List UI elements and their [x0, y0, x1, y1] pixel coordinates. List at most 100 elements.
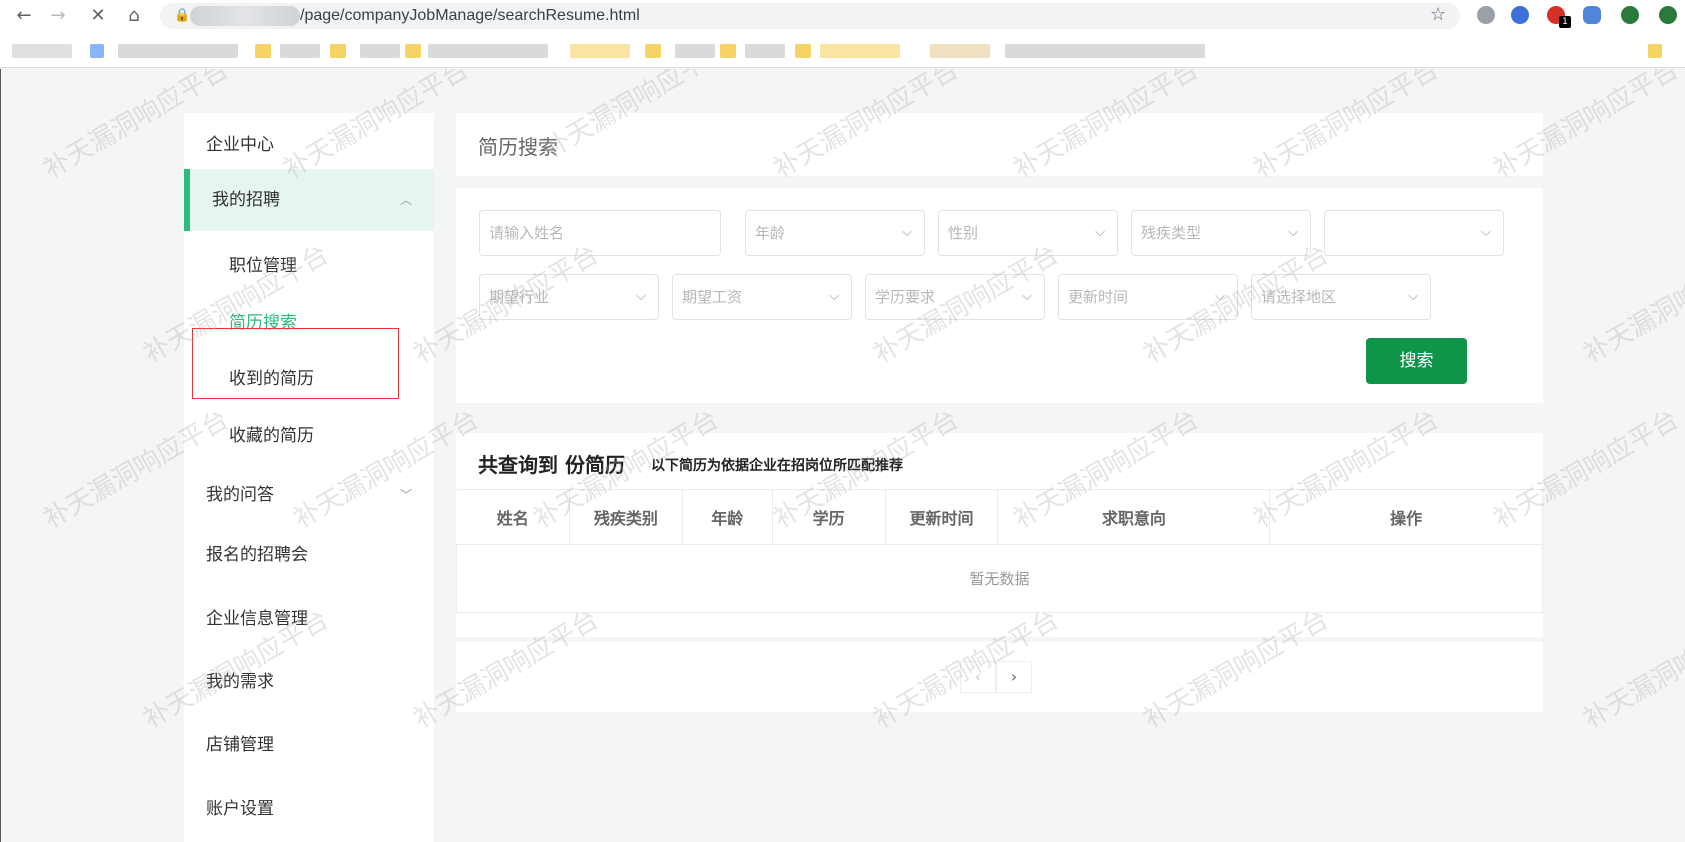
folder-icon[interactable] [645, 44, 661, 58]
bookmark-item[interactable] [930, 44, 990, 58]
sidebar: 企业中心 我的招聘 ︿ 职位管理 简历搜索 收到的简历 收藏的简历 我的问答 ﹀… [184, 113, 434, 842]
folder-icon[interactable] [330, 44, 346, 58]
sidebar-item-my-needs[interactable]: 我的需求 [184, 660, 434, 704]
bookmark-icon[interactable] [90, 44, 104, 58]
sidebar-sub-received-resumes[interactable]: 收到的简历 [184, 359, 434, 399]
bookmark-item[interactable] [428, 44, 548, 58]
result-subtitle: 以下简历为依据企业在招岗位所匹配推荐 [651, 458, 903, 474]
address-bar[interactable]: 🔒 /page/companyJobManage/searchResume.ht… [160, 3, 1460, 29]
chevron-down-icon: ⌵ [1215, 289, 1225, 304]
bookmark-item[interactable] [820, 44, 900, 58]
sidebar-item-my-recruitment[interactable]: 我的招聘 ︿ [184, 169, 434, 231]
bookmark-item[interactable] [1005, 44, 1205, 58]
prev-page-button[interactable]: ‹ [960, 661, 996, 693]
sidebar-sub-label: 职位管理 [229, 256, 297, 276]
name-input[interactable] [489, 224, 689, 242]
education-select[interactable]: 学历要求 ⌵ [865, 274, 1045, 320]
bookmark-item[interactable] [745, 44, 785, 58]
age-select[interactable]: 年龄 ⌵ [745, 210, 925, 256]
update-time-select-label: 更新时间 [1068, 288, 1129, 306]
extension-leaf-icon[interactable] [1621, 6, 1639, 24]
chevron-down-icon: ⌵ [1408, 289, 1418, 304]
bookmark-item[interactable] [118, 44, 238, 58]
column-header-update-time: 更新时间 [885, 489, 999, 545]
column-header-age: 年龄 [682, 489, 773, 545]
sidebar-item-label: 企业中心 [206, 135, 274, 155]
salary-select[interactable]: 期望工资 ⌵ [672, 274, 852, 320]
chevron-down-icon: ⌵ [1022, 289, 1032, 304]
bookmark-star-icon[interactable]: ☆ [1430, 4, 1446, 25]
page-content: 企业中心 我的招聘 ︿ 职位管理 简历搜索 收到的简历 收藏的简历 我的问答 ﹀… [0, 69, 1685, 842]
salary-select-label: 期望工资 [682, 288, 743, 306]
disability-type-select[interactable]: 残疾类型 ⌵ [1131, 210, 1311, 256]
bookmark-item[interactable] [570, 44, 630, 58]
industry-select-label: 期望行业 [489, 288, 550, 306]
chevron-down-icon: ⌵ [1095, 225, 1105, 240]
folder-icon[interactable] [720, 44, 736, 58]
bookmark-item[interactable] [280, 44, 320, 58]
next-page-button[interactable]: › [996, 661, 1032, 693]
chevron-down-icon: ⌵ [829, 289, 839, 304]
sidebar-item-registered-fairs[interactable]: 报名的招聘会 [184, 533, 434, 577]
column-header-intention: 求职意向 [997, 489, 1271, 545]
folder-icon[interactable] [405, 44, 421, 58]
forward-arrow-icon[interactable]: → [46, 4, 70, 28]
column-header-name: 姓名 [456, 489, 570, 545]
extension-icon[interactable] [1477, 6, 1495, 24]
stop-loading-icon[interactable]: ✕ [86, 4, 110, 28]
sidebar-sub-label: 收到的简历 [229, 369, 314, 389]
bookmark-item[interactable] [12, 44, 72, 58]
sidebar-item-label: 报名的招聘会 [206, 545, 308, 565]
sidebar-item-store-manage[interactable]: 店铺管理 [184, 723, 434, 767]
gender-select[interactable]: 性别 ⌵ [938, 210, 1118, 256]
sidebar-item-label: 我的需求 [206, 672, 274, 692]
search-button[interactable]: 搜索 [1366, 338, 1467, 384]
sidebar-item-company-info[interactable]: 企业信息管理 [184, 597, 434, 641]
disability-type-label: 残疾类型 [1141, 224, 1202, 242]
extra-select[interactable]: ⌵ [1324, 210, 1504, 256]
other-bookmarks-icon[interactable] [1648, 44, 1662, 58]
region-select-label: 请选择地区 [1261, 288, 1337, 306]
bookmarks-bar [0, 32, 1685, 68]
sidebar-item-label: 企业信息管理 [206, 609, 308, 629]
sidebar-item-company-center[interactable]: 企业中心 [184, 123, 434, 167]
browser-toolbar: ← → ✕ ⌂ 🔒 /page/companyJobManage/searchR… [0, 0, 1685, 32]
result-count-title: 共查询到 份简历 [478, 453, 625, 477]
column-header-disability: 残疾类别 [569, 489, 683, 545]
age-select-label: 年龄 [755, 224, 786, 242]
folder-icon[interactable] [255, 44, 271, 58]
update-time-select[interactable]: 更新时间 ⌵ [1058, 274, 1238, 320]
chevron-down-icon: ⌵ [1288, 225, 1298, 240]
resume-table: 姓名 残疾类别 年龄 学历 更新时间 求职意向 操作 暂无数据 [456, 489, 1543, 613]
sidebar-sub-saved-resumes[interactable]: 收藏的简历 [184, 416, 434, 456]
filter-panel: 年龄⌵ 性别⌵ 残疾类型⌵ ⌵ 期望行业⌵ 期望工资⌵ 学历要求⌵ 更新时间⌵ … [456, 188, 1543, 403]
chevron-down-icon: ⌵ [902, 225, 912, 240]
back-arrow-icon[interactable]: ← [12, 4, 36, 28]
chevron-down-icon: ﹀ [399, 488, 412, 502]
bookmark-item[interactable] [675, 44, 715, 58]
sidebar-item-label: 我的问答 [206, 485, 274, 505]
sidebar-sub-position-manage[interactable]: 职位管理 [184, 246, 434, 286]
sidebar-item-my-qa[interactable]: 我的问答 ﹀ [184, 473, 434, 517]
chevron-down-icon: ⌵ [1481, 225, 1491, 240]
results-panel: 共查询到 份简历 以下简历为依据企业在招岗位所匹配推荐 姓名 残疾类别 年龄 学… [456, 433, 1543, 637]
industry-select[interactable]: 期望行业 ⌵ [479, 274, 659, 320]
column-header-actions: 操作 [1269, 489, 1543, 545]
pagination-panel: ‹ › [456, 642, 1543, 712]
profile-avatar-icon[interactable] [1659, 6, 1677, 24]
extension-globe-icon[interactable] [1511, 6, 1529, 24]
home-icon[interactable]: ⌂ [122, 4, 146, 28]
gender-select-label: 性别 [948, 224, 979, 242]
sidebar-item-label: 店铺管理 [206, 735, 274, 755]
chevron-up-icon: ︿ [399, 193, 412, 207]
empty-state: 暂无数据 [456, 544, 1543, 613]
region-select[interactable]: 请选择地区 ⌵ [1251, 274, 1431, 320]
bookmark-item[interactable] [360, 44, 400, 58]
folder-icon[interactable] [795, 44, 811, 58]
sidebar-item-account-settings[interactable]: 账户设置 [184, 787, 434, 831]
table-row: 暂无数据 [456, 544, 1543, 613]
name-input-field[interactable] [479, 210, 721, 256]
url-host-redacted [190, 6, 300, 26]
table-header-row: 姓名 残疾类别 年龄 学历 更新时间 求职意向 操作 [456, 489, 1543, 545]
extension-cloud-icon[interactable] [1583, 6, 1601, 24]
